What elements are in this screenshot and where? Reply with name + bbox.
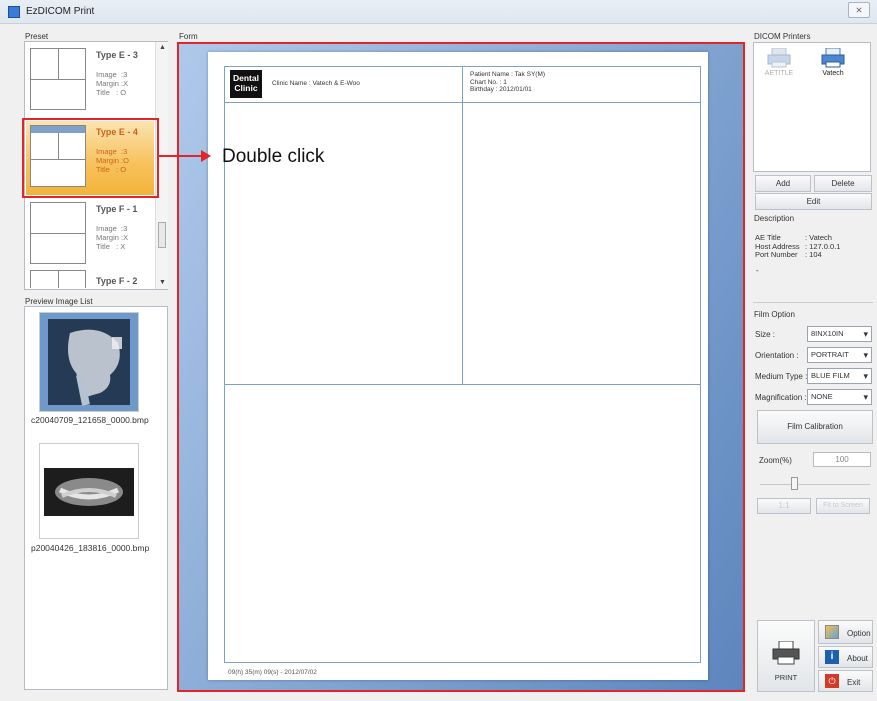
window-title: EzDICOM Print xyxy=(26,6,95,17)
preview-filename: p20040426_183816_0000.bmp xyxy=(31,543,150,553)
printer-icon xyxy=(821,47,845,68)
patient-name: Patient Name : Tak SY(M) xyxy=(470,71,546,78)
chart-number: Chart No. : 1 xyxy=(470,78,507,86)
printer-name: Vatech xyxy=(822,70,844,77)
xray-pano-image xyxy=(40,444,138,538)
printer-icon xyxy=(772,640,800,665)
scroll-thumb[interactable] xyxy=(158,222,166,248)
zoom-slider-thumb[interactable] xyxy=(791,477,798,490)
orientation-label: Orientation : xyxy=(755,351,799,360)
fit-to-screen-button[interactable]: Fit to Screen xyxy=(816,498,870,514)
preset-name: Type E - 3 xyxy=(96,50,138,60)
medium-type-label: Medium Type : xyxy=(755,372,808,381)
annotation-text: Double click xyxy=(222,146,325,167)
patient-info: Patient Name : Tak SY(M) Chart No. : 1 B… xyxy=(470,71,545,94)
printer-item-aetitle[interactable]: AETITLE xyxy=(758,46,800,92)
cell-divider-horizontal xyxy=(224,384,700,385)
layout-thumbnail xyxy=(30,202,86,264)
highlight-box xyxy=(22,118,159,198)
clinic-name: Clinic Name : Vatech & E-Woo xyxy=(272,80,360,87)
option-icon xyxy=(825,625,839,639)
printer-item-vatech[interactable]: Vatech xyxy=(812,46,854,92)
divider xyxy=(753,302,873,303)
preset-item-type-f2[interactable]: Type F - 2 xyxy=(26,266,154,288)
size-select[interactable]: 8INX10IN xyxy=(807,326,872,342)
film-calibration-button[interactable]: Film Calibration xyxy=(757,410,873,444)
exit-button[interactable]: ⏻ Exit xyxy=(818,670,873,692)
about-label: About xyxy=(847,654,868,663)
printers-label: DICOM Printers xyxy=(754,32,811,41)
zoom-slider-track[interactable] xyxy=(760,484,870,485)
zoom-value-field[interactable]: 100 xyxy=(813,452,871,467)
medium-type-select[interactable]: BLUE FILM xyxy=(807,368,872,384)
description-label: Description xyxy=(754,214,795,223)
app-icon xyxy=(8,6,20,18)
size-label: Size : xyxy=(755,330,776,339)
description-values: : Vatech : 127.0.0.1 : 104 xyxy=(805,233,840,260)
preview-thumb-ceph[interactable] xyxy=(39,312,139,412)
preset-name: Type F - 2 xyxy=(96,276,138,286)
film-option-label: Film Option xyxy=(754,310,795,319)
port-number-value: : 104 xyxy=(805,250,822,259)
preview-list-label: Preview Image List xyxy=(25,297,93,306)
close-button[interactable]: ⨯ xyxy=(848,2,870,18)
zoom-label: Zoom(%) xyxy=(759,456,792,465)
zoom-1to1-button[interactable]: 1:1 xyxy=(757,498,811,514)
timestamp-stamp: 09(h) 35(m) 09(s) - 2012/07/02 xyxy=(228,669,317,676)
add-button[interactable]: Add xyxy=(755,175,811,192)
orientation-select[interactable]: PORTRAIT xyxy=(807,347,872,363)
magnification-label: Magnification : xyxy=(755,393,807,402)
info-icon: i xyxy=(825,650,839,664)
page-border-bottom xyxy=(224,662,701,663)
option-label: Option xyxy=(847,629,871,638)
preview-thumb-pano[interactable] xyxy=(39,443,139,539)
print-button[interactable]: PRINT xyxy=(757,620,815,692)
annotation-arrow-line xyxy=(157,155,203,157)
preset-item-type-f1[interactable]: Type F - 1 Image :3 Margin :X Title : X xyxy=(26,198,154,272)
description-dash: - xyxy=(756,266,759,275)
option-button[interactable]: Option xyxy=(818,620,873,644)
about-button[interactable]: i About xyxy=(818,646,873,668)
scroll-up-icon[interactable]: ▲ xyxy=(159,44,166,51)
layout-thumbnail xyxy=(30,48,86,110)
annotation-arrow-head xyxy=(201,150,211,162)
page-border-right xyxy=(700,66,701,662)
clinic-logo: Dental Clinic xyxy=(230,70,262,98)
preview-filename: c20040709_121658_0000.bmp xyxy=(31,415,149,425)
exit-label: Exit xyxy=(847,678,861,687)
xray-ceph-image xyxy=(40,313,138,411)
port-number-key: Port Number xyxy=(755,250,798,259)
printer-icon xyxy=(767,47,791,68)
print-label: PRINT xyxy=(774,673,798,682)
printer-name: AETITLE xyxy=(764,70,794,77)
cell-divider-vertical xyxy=(462,66,463,384)
delete-button[interactable]: Delete xyxy=(814,175,872,192)
description-keys: AE Title Host Address Port Number xyxy=(755,233,800,260)
title-bar: EzDICOM Print ⨯ xyxy=(0,0,877,24)
preset-name: Type F - 1 xyxy=(96,204,138,214)
power-icon: ⏻ xyxy=(825,674,839,688)
preset-label: Preset xyxy=(25,32,49,41)
scroll-down-icon[interactable]: ▼ xyxy=(159,279,166,286)
preset-meta: Image :3 Margin :X Title : O xyxy=(96,70,129,97)
magnification-select[interactable]: NONE xyxy=(807,389,872,405)
edit-button[interactable]: Edit xyxy=(755,193,872,210)
form-label: Form xyxy=(179,32,198,41)
layout-thumbnail xyxy=(30,270,86,288)
preset-meta: Image :3 Margin :X Title : X xyxy=(96,224,129,251)
birthday: Birthday : 2012/01/01 xyxy=(470,86,532,93)
preset-item-type-e3[interactable]: Type E - 3 Image :3 Margin :X Title : O xyxy=(26,44,154,118)
